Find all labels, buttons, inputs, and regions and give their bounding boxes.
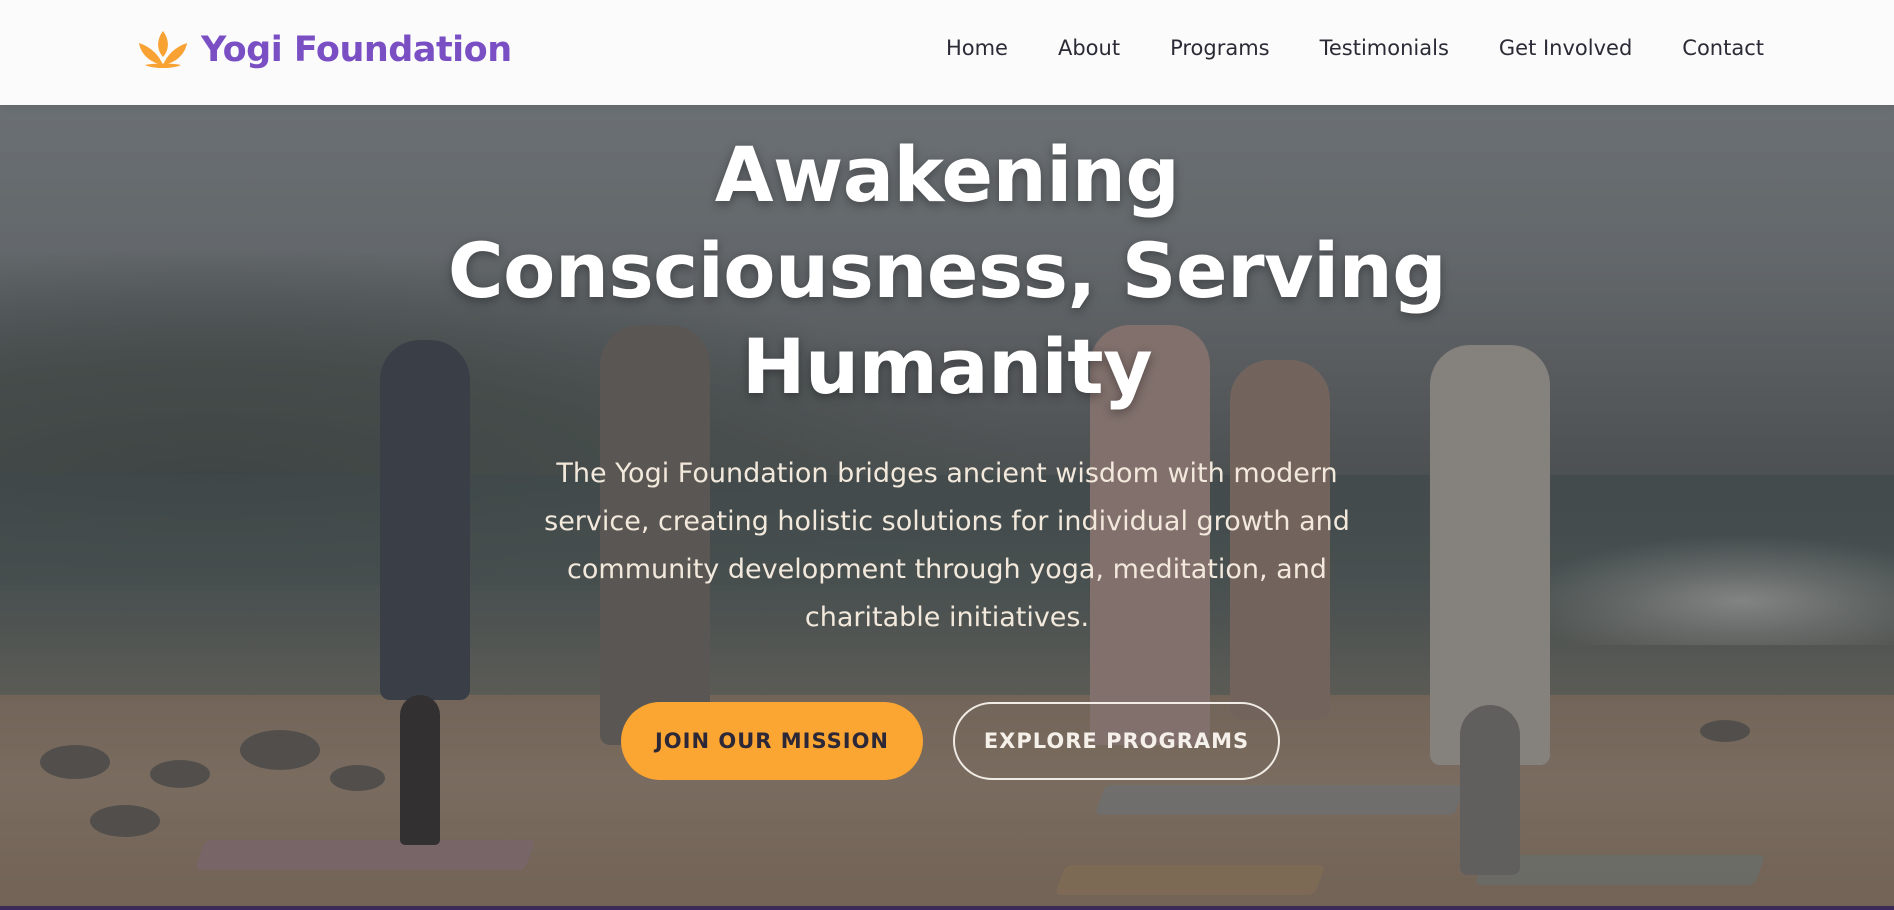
hero-subtitle: The Yogi Foundation bridges ancient wisd… bbox=[544, 458, 1350, 633]
lotus-icon bbox=[139, 31, 187, 68]
section-divider bbox=[0, 906, 1894, 910]
nav-testimonials[interactable]: Testimonials bbox=[1295, 36, 1474, 60]
nav-about[interactable]: About bbox=[1033, 36, 1145, 60]
hero-section: Awakening Consciousness, Serving Humanit… bbox=[0, 105, 1894, 910]
nav-get-involved[interactable]: Get Involved bbox=[1474, 36, 1657, 60]
main-nav: Home About Programs Testimonials Get Inv… bbox=[921, 36, 1764, 60]
hero-content: Awakening Consciousness, Serving Humanit… bbox=[0, 105, 1894, 910]
site-header: Yogi Foundation Home About Programs Test… bbox=[0, 0, 1894, 105]
nav-home[interactable]: Home bbox=[921, 36, 1033, 60]
brand-name: Yogi Foundation bbox=[201, 30, 512, 70]
brand-logo[interactable]: Yogi Foundation bbox=[137, 28, 512, 72]
hero-title: Awakening Consciousness, Serving Humanit… bbox=[447, 130, 1447, 411]
nav-contact[interactable]: Contact bbox=[1657, 36, 1764, 60]
explore-programs-button[interactable]: Explore Programs bbox=[953, 702, 1280, 780]
nav-programs[interactable]: Programs bbox=[1145, 36, 1295, 60]
join-our-mission-button[interactable]: Join Our Mission bbox=[621, 702, 923, 780]
